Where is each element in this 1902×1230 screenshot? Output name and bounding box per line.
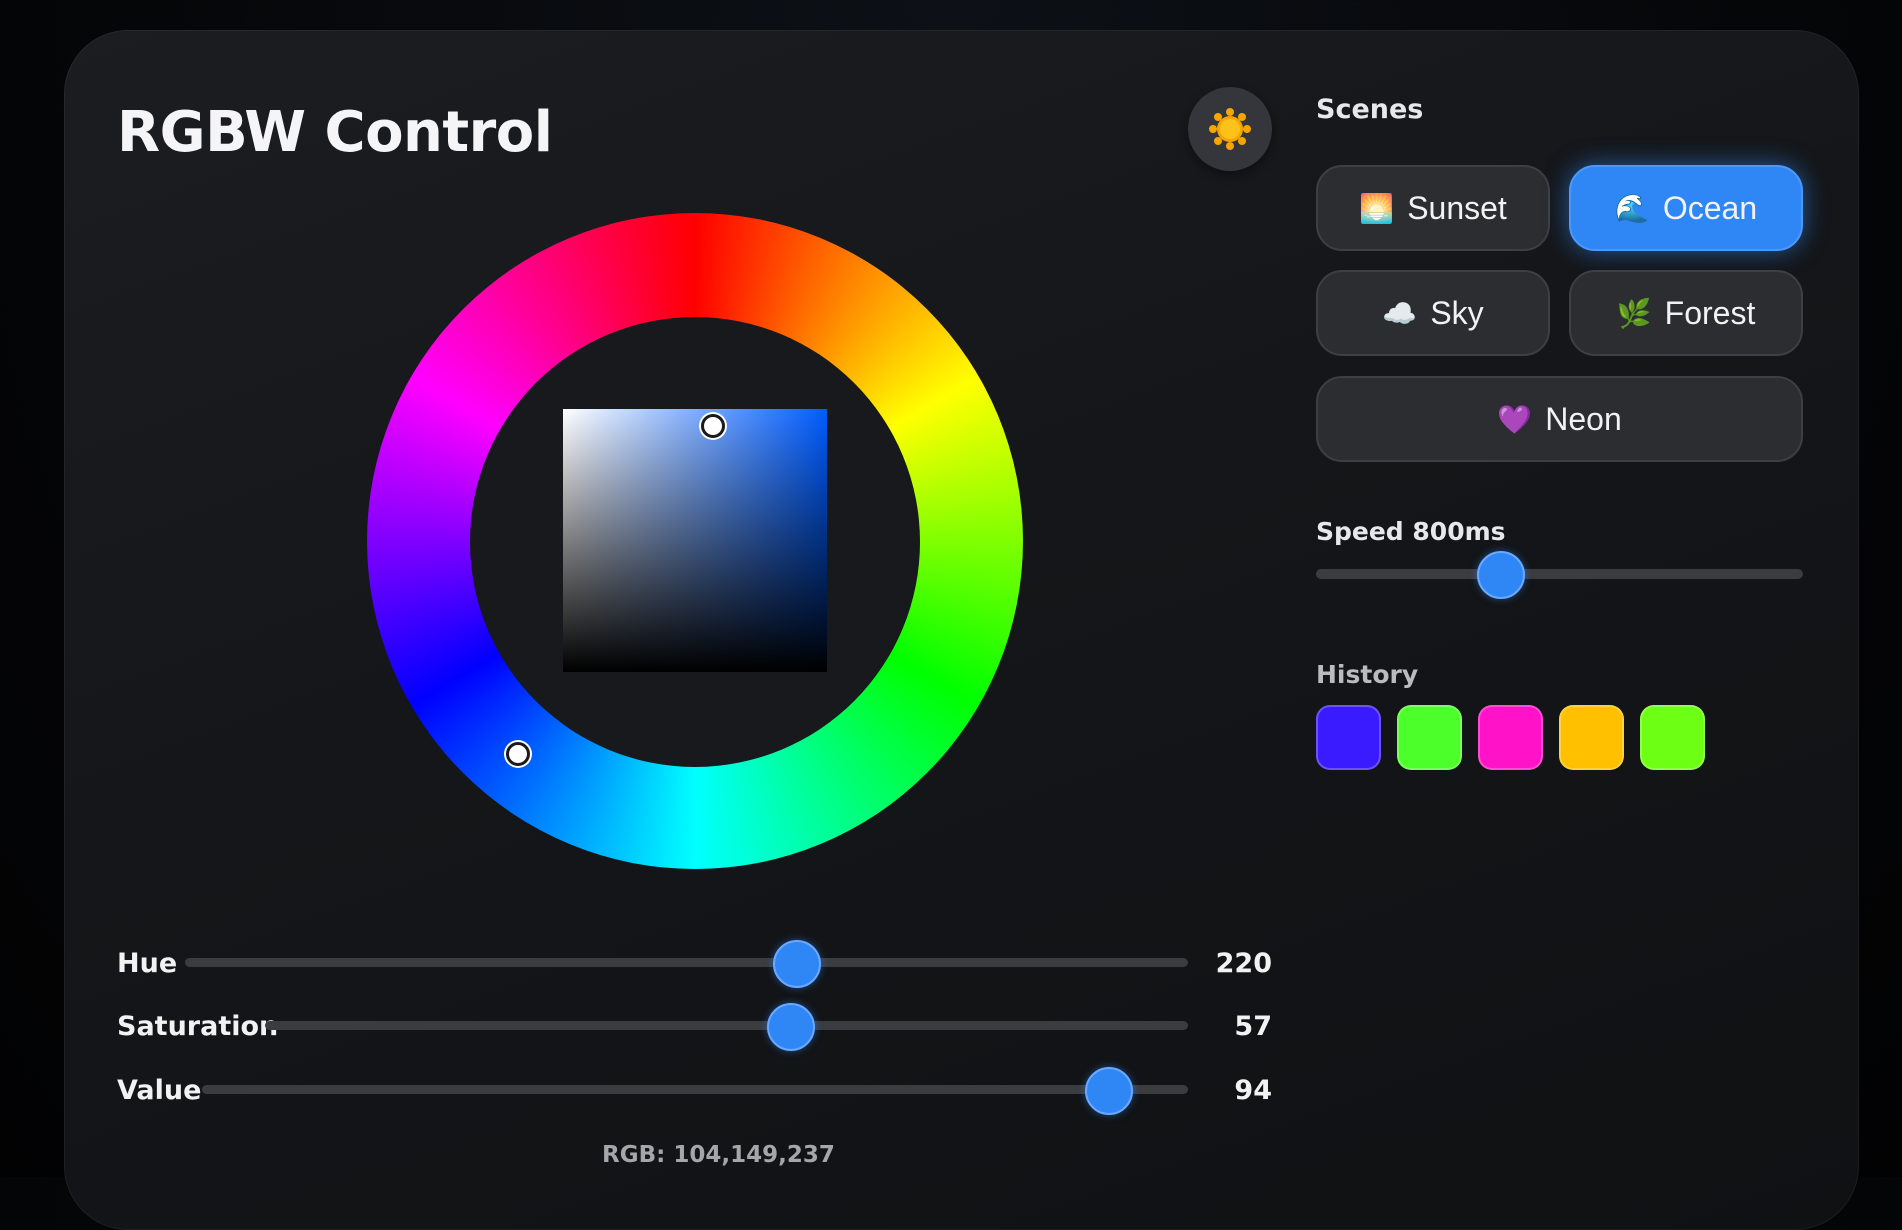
saturation-slider-thumb[interactable] xyxy=(767,1003,816,1051)
cloud-icon: ☁️ xyxy=(1382,297,1418,329)
history-swatch[interactable] xyxy=(1478,705,1543,770)
hue-slider[interactable] xyxy=(185,940,1188,988)
wave-icon: 🌊 xyxy=(1614,192,1650,224)
speed-label: Speed 800ms xyxy=(1316,517,1506,546)
theme-toggle-button[interactable] xyxy=(1188,87,1272,171)
saturation-label: Saturation xyxy=(117,1011,279,1042)
speed-slider[interactable] xyxy=(1316,551,1803,599)
saturation-value-picker[interactable] xyxy=(563,409,827,672)
history-swatch[interactable] xyxy=(1397,705,1462,770)
scene-button-neon[interactable]: 💜 Neon xyxy=(1316,376,1803,462)
value-label: Value xyxy=(117,1075,202,1106)
sunset-icon: 🌅 xyxy=(1359,192,1395,224)
scene-label-neon: Neon xyxy=(1545,400,1622,437)
hue-label: Hue xyxy=(117,948,178,979)
sun-icon xyxy=(1209,108,1251,150)
leaf-icon: 🌿 xyxy=(1616,297,1652,329)
scene-button-forest[interactable]: 🌿 Forest xyxy=(1569,270,1803,356)
value-slider[interactable] xyxy=(202,1067,1188,1115)
rgb-readout: RGB: 104,149,237 xyxy=(602,1142,835,1168)
page-title: RGBW Control xyxy=(117,100,553,165)
value-slider-thumb[interactable] xyxy=(1085,1067,1134,1115)
scene-label-forest: Forest xyxy=(1664,294,1756,331)
hue-wheel-handle[interactable] xyxy=(506,742,530,766)
scene-button-sunset[interactable]: 🌅 Sunset xyxy=(1316,165,1550,251)
hue-slider-row: Hue 220 xyxy=(117,940,1272,988)
sv-picker-handle[interactable] xyxy=(701,414,725,438)
history-swatch[interactable] xyxy=(1640,705,1705,770)
value-value: 94 xyxy=(1234,1075,1272,1106)
speed-slider-thumb[interactable] xyxy=(1477,551,1526,599)
history-label: History xyxy=(1316,660,1419,689)
scenes-label: Scenes xyxy=(1316,94,1424,125)
heart-icon: 💜 xyxy=(1497,403,1533,435)
history-swatch[interactable] xyxy=(1316,705,1381,770)
scene-label-sky: Sky xyxy=(1430,294,1484,331)
scene-button-sky[interactable]: ☁️ Sky xyxy=(1316,270,1550,356)
scene-button-ocean[interactable]: 🌊 Ocean xyxy=(1569,165,1803,251)
saturation-slider[interactable] xyxy=(265,1003,1188,1051)
value-slider-row: Value 94 xyxy=(117,1067,1272,1115)
saturation-slider-row: Saturation 57 xyxy=(117,1003,1272,1051)
hue-value: 220 xyxy=(1215,948,1272,979)
hue-slider-thumb[interactable] xyxy=(772,940,821,988)
history-swatch[interactable] xyxy=(1559,705,1624,770)
scene-label-sunset: Sunset xyxy=(1407,189,1507,226)
scene-label-ocean: Ocean xyxy=(1662,189,1758,226)
saturation-value: 57 xyxy=(1234,1011,1272,1042)
